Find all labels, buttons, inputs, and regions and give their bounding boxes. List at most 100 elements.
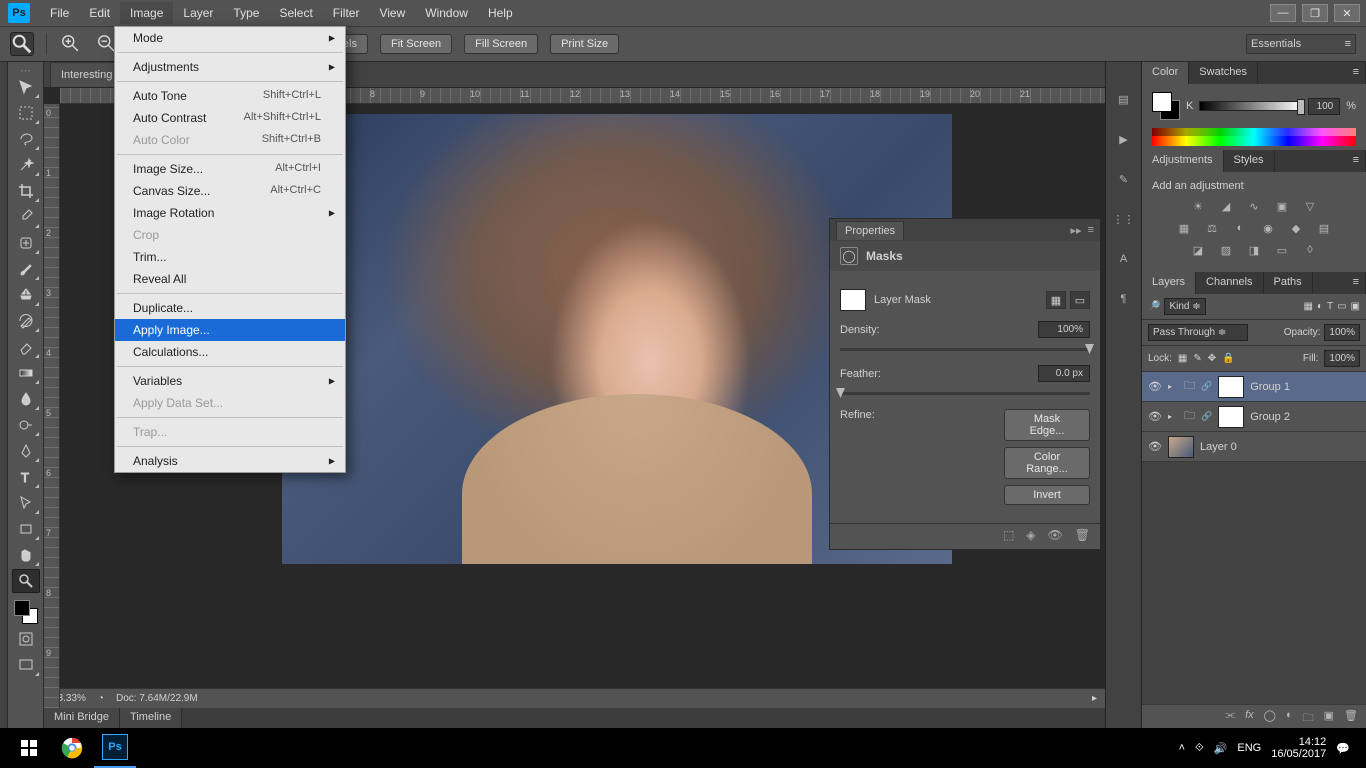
bottom-tab-timeline[interactable]: Timeline bbox=[120, 708, 182, 728]
gradient-map-adj-icon[interactable]: ▭ bbox=[1272, 242, 1292, 258]
menu-layer[interactable]: Layer bbox=[173, 2, 223, 24]
add-mask-icon[interactable]: ◯ bbox=[1264, 709, 1276, 724]
actions-panel-icon[interactable]: ▶ bbox=[1113, 128, 1135, 150]
filter-smart-icon[interactable]: ▣ bbox=[1351, 301, 1360, 312]
color-tab[interactable]: Color bbox=[1142, 62, 1189, 84]
menu-item-apply-image[interactable]: Apply Image... bbox=[115, 319, 345, 341]
new-adjustment-layer-icon[interactable]: ◐ bbox=[1286, 709, 1293, 724]
menu-item-canvas-size[interactable]: Canvas Size...Alt+Ctrl+C bbox=[115, 180, 345, 202]
tray-up-icon[interactable]: ˄ bbox=[1179, 742, 1185, 754]
history-panel-icon[interactable]: ▤ bbox=[1113, 88, 1135, 110]
layer-mask-thumb[interactable] bbox=[1218, 406, 1244, 428]
adjustments-tab[interactable]: Adjustments bbox=[1142, 150, 1224, 172]
menu-type[interactable]: Type bbox=[223, 2, 269, 24]
adjustments-panel-menu-icon[interactable]: ≡ bbox=[1347, 150, 1366, 172]
k-value[interactable]: 100 bbox=[1308, 98, 1340, 115]
levels-adj-icon[interactable]: ◢ bbox=[1216, 198, 1236, 214]
layer-name[interactable]: Layer 0 bbox=[1200, 441, 1237, 453]
bottom-tab-mini-bridge[interactable]: Mini Bridge bbox=[44, 708, 120, 728]
layer-visibility-icon[interactable]: 👁 bbox=[1148, 380, 1162, 393]
zoom-in-icon[interactable] bbox=[59, 32, 83, 56]
layers-tab[interactable]: Layers bbox=[1142, 272, 1196, 294]
type-tool[interactable]: T bbox=[12, 465, 40, 489]
menu-item-variables[interactable]: Variables▶ bbox=[115, 370, 345, 392]
panel-collapse-icon[interactable]: ▸▸ bbox=[1071, 224, 1082, 237]
foreground-background-colors[interactable] bbox=[12, 598, 40, 626]
selective-color-adj-icon[interactable]: ◊ bbox=[1300, 242, 1320, 258]
pen-tool[interactable] bbox=[12, 439, 40, 463]
panel-menu-icon[interactable]: ≡ bbox=[1088, 224, 1094, 237]
paragraph-panel-icon[interactable]: ¶ bbox=[1113, 288, 1135, 310]
layer-mask-thumbnail[interactable] bbox=[840, 289, 866, 311]
apply-mask-icon[interactable]: ◈ bbox=[1026, 528, 1035, 545]
menu-item-image-rotation[interactable]: Image Rotation▶ bbox=[115, 202, 345, 224]
lasso-tool[interactable] bbox=[12, 127, 40, 151]
screen-mode-toggle[interactable] bbox=[12, 653, 40, 677]
menu-item-auto-contrast[interactable]: Auto ContrastAlt+Shift+Ctrl+L bbox=[115, 107, 345, 129]
menu-filter[interactable]: Filter bbox=[323, 2, 370, 24]
expand-group-icon[interactable]: ▸ bbox=[1168, 412, 1178, 421]
channels-tab[interactable]: Channels bbox=[1196, 272, 1263, 294]
menu-item-adjustments[interactable]: Adjustments▶ bbox=[115, 56, 345, 78]
styles-tab[interactable]: Styles bbox=[1224, 150, 1275, 172]
character-panel-icon[interactable]: A bbox=[1113, 248, 1135, 270]
menu-edit[interactable]: Edit bbox=[79, 2, 120, 24]
fill-screen-button[interactable]: Fill Screen bbox=[464, 34, 538, 54]
mask-edge-button[interactable]: Mask Edge... bbox=[1004, 409, 1090, 441]
vibrance-adj-icon[interactable]: ▽ bbox=[1300, 198, 1320, 214]
blend-mode-select[interactable]: Pass Through ≑ bbox=[1148, 324, 1248, 341]
blur-tool[interactable] bbox=[12, 387, 40, 411]
link-layers-icon[interactable]: ⫘ bbox=[1225, 709, 1235, 724]
feather-slider[interactable] bbox=[840, 392, 1090, 395]
menu-item-duplicate[interactable]: Duplicate... bbox=[115, 297, 345, 319]
menu-window[interactable]: Window bbox=[415, 2, 478, 24]
menu-help[interactable]: Help bbox=[478, 2, 523, 24]
lookup-adj-icon[interactable]: ▤ bbox=[1314, 220, 1334, 236]
dodge-tool[interactable] bbox=[12, 413, 40, 437]
brush-panel-icon[interactable]: ✎ bbox=[1113, 168, 1135, 190]
start-button[interactable] bbox=[8, 728, 50, 768]
vector-mask-icon[interactable]: ▭ bbox=[1070, 291, 1090, 309]
window-close[interactable]: ✕ bbox=[1334, 4, 1360, 22]
move-tool[interactable] bbox=[12, 75, 40, 99]
filter-type-icon[interactable]: T bbox=[1327, 301, 1333, 312]
layer-row-1[interactable]: 👁▸🗀🔗Group 2 bbox=[1142, 402, 1366, 432]
color-fgbg-swatch[interactable] bbox=[1152, 92, 1180, 120]
menu-item-analysis[interactable]: Analysis▶ bbox=[115, 450, 345, 472]
paths-tab[interactable]: Paths bbox=[1264, 272, 1313, 294]
exposure-adj-icon[interactable]: ▣ bbox=[1272, 198, 1292, 214]
filter-shape-icon[interactable]: ▭ bbox=[1337, 301, 1346, 312]
clock[interactable]: 14:1216/05/2017 bbox=[1271, 736, 1326, 760]
photo-filter-adj-icon[interactable]: ◉ bbox=[1258, 220, 1278, 236]
zoom-tool[interactable] bbox=[12, 569, 40, 593]
layer-fx-icon[interactable]: fx bbox=[1245, 709, 1254, 724]
menu-item-calculations[interactable]: Calculations... bbox=[115, 341, 345, 363]
color-panel-menu-icon[interactable]: ≡ bbox=[1347, 62, 1366, 84]
eyedropper-tool[interactable] bbox=[12, 205, 40, 229]
menu-item-auto-tone[interactable]: Auto ToneShift+Ctrl+L bbox=[115, 85, 345, 107]
layer-mask-thumb[interactable] bbox=[1218, 376, 1244, 398]
fit-screen-button[interactable]: Fit Screen bbox=[380, 34, 452, 54]
crop-tool[interactable] bbox=[12, 179, 40, 203]
pixel-mask-icon[interactable]: ▦ bbox=[1046, 291, 1066, 309]
channel-mixer-adj-icon[interactable]: ◆ bbox=[1286, 220, 1306, 236]
opacity-value[interactable]: 100% bbox=[1324, 324, 1360, 341]
layer-filter-kind[interactable]: Kind ≑ bbox=[1164, 298, 1205, 315]
brush-tool[interactable] bbox=[12, 257, 40, 281]
marquee-tool[interactable] bbox=[12, 101, 40, 125]
lock-pixels-icon[interactable]: ✎ bbox=[1193, 353, 1201, 364]
layer-name[interactable]: Group 2 bbox=[1250, 411, 1290, 423]
delete-layer-icon[interactable]: 🗑 bbox=[1344, 709, 1358, 724]
feather-value[interactable]: 0.0 px bbox=[1038, 365, 1090, 382]
threshold-adj-icon[interactable]: ◨ bbox=[1244, 242, 1264, 258]
density-value[interactable]: 100% bbox=[1038, 321, 1090, 338]
notifications-icon[interactable]: 💬 bbox=[1336, 742, 1350, 755]
layer-thumb[interactable] bbox=[1168, 436, 1194, 458]
new-layer-icon[interactable]: ▣ bbox=[1324, 709, 1334, 724]
menu-item-mode[interactable]: Mode▶ bbox=[115, 27, 345, 49]
magic-wand-tool[interactable] bbox=[12, 153, 40, 177]
menu-item-reveal-all[interactable]: Reveal All bbox=[115, 268, 345, 290]
menu-select[interactable]: Select bbox=[269, 2, 322, 24]
layers-panel-menu-icon[interactable]: ≡ bbox=[1347, 272, 1366, 294]
brightness-adj-icon[interactable]: ☀ bbox=[1188, 198, 1208, 214]
